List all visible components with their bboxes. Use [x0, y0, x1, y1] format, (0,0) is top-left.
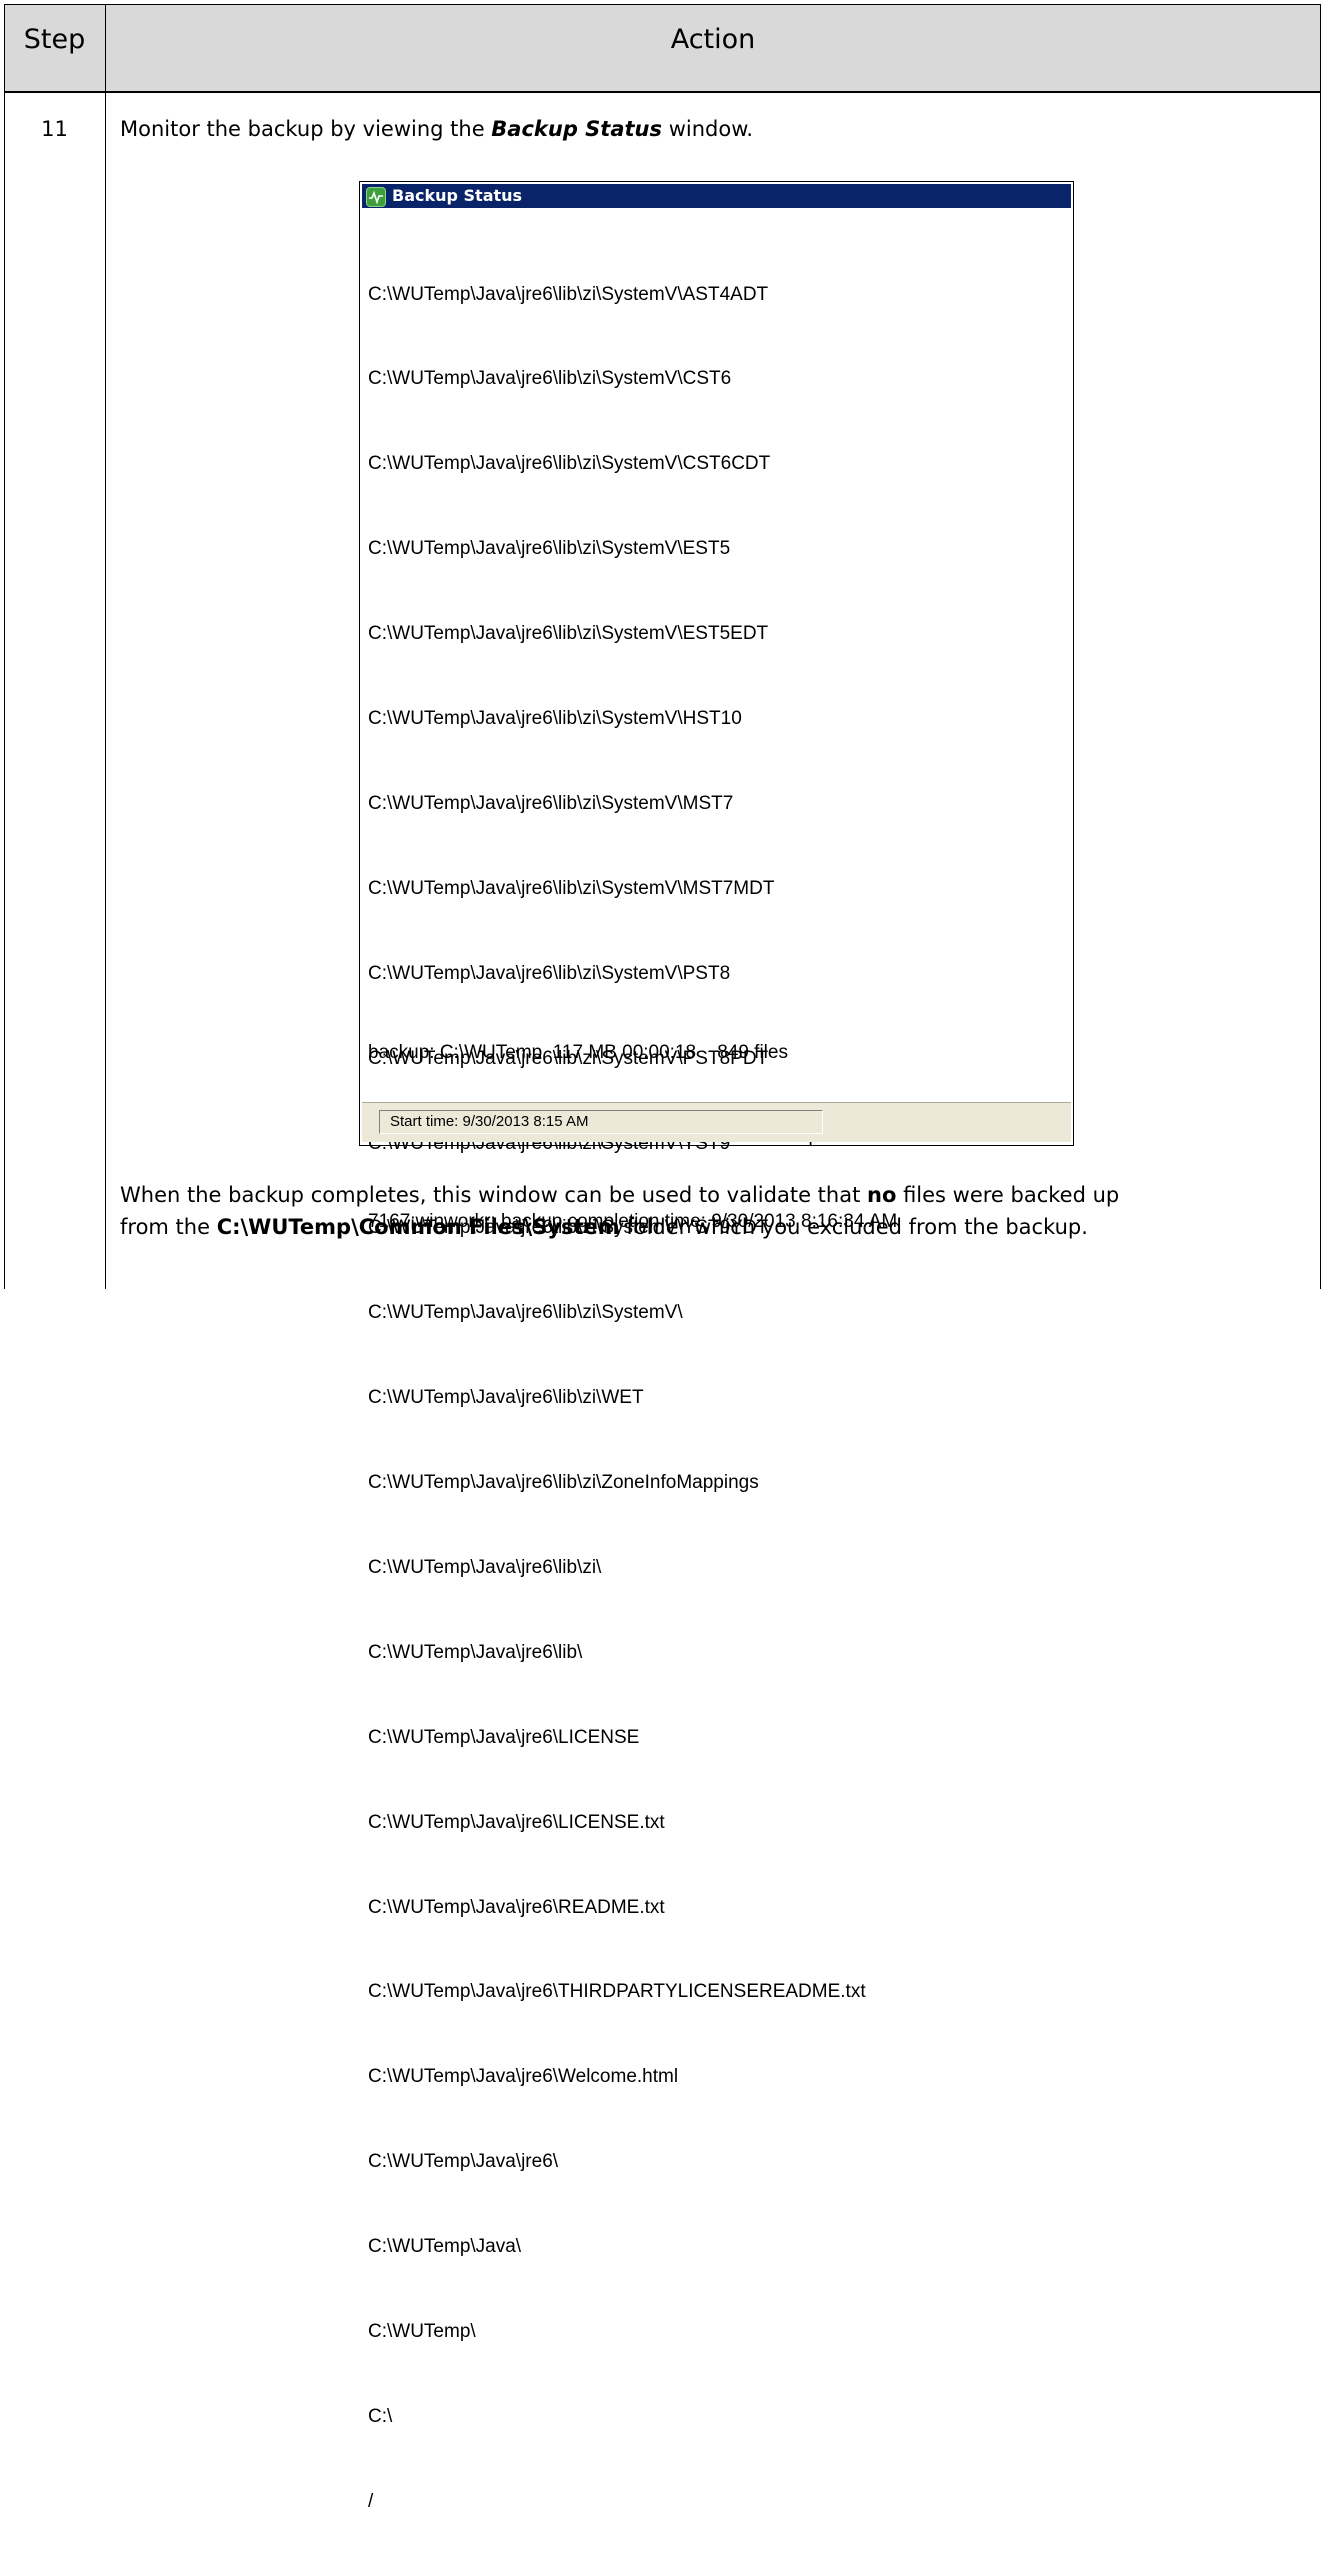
outro-text: When the backup completes, this window c…	[120, 1179, 1119, 1243]
log-line: C:\WUTemp\Java\jre6\lib\zi\SystemV\	[368, 1302, 683, 1324]
log-line: C:\WUTemp\Java\jre6\lib\zi\WET	[368, 1387, 644, 1409]
log-line: C:\WUTemp\Java\jre6\LICENSE.txt	[368, 1811, 665, 1833]
log-line: C:\WUTemp\Java\jre6\lib\zi\SystemV\MST7	[368, 792, 734, 814]
log-line: C:\WUTemp\Java\jre6\lib\	[368, 1641, 583, 1663]
header-step: Step	[23, 24, 86, 55]
outro-line-2: from the C:\WUTemp\Common Files\System f…	[120, 1211, 1119, 1243]
intro-after: window.	[662, 117, 754, 141]
log-line: C:\WUTemp\Java\jre6\THIRDPARTYLICENSEREA…	[368, 1981, 866, 2003]
log-line: C:\WUTemp\Java\jre6\lib\zi\ZoneInfoMappi…	[368, 1472, 759, 1494]
outro-text-1: When the backup completes, this window c…	[120, 1183, 867, 1207]
log-line: C:\WUTemp\Java\jre6\README.txt	[368, 1896, 665, 1918]
intro-text: Monitor the backup by viewing the Backup…	[120, 117, 753, 141]
status-start-time: Start time: 9/30/2013 8:15 AM	[379, 1110, 823, 1134]
table-border-left	[4, 4, 5, 1289]
intro-before: Monitor the backup by viewing the	[120, 117, 492, 141]
outro-text-2: files were backed up	[896, 1183, 1120, 1207]
log-line: C:\WUTemp\Java\jre6\	[368, 2151, 559, 2173]
outro-bold-no: no	[867, 1183, 897, 1207]
log-line: C:\WUTemp\Java\jre6\lib\zi\SystemV\EST5E…	[368, 623, 769, 645]
log-line: C:\WUTemp\Java\	[368, 2236, 522, 2258]
intro-emphasis: Backup Status	[491, 117, 663, 141]
window-title: Backup Status	[392, 186, 523, 205]
window-titlebar[interactable]: Backup Status	[362, 184, 1071, 208]
outro-text-4: folder which you excluded from the backu…	[619, 1215, 1088, 1239]
header-action: Action	[670, 24, 756, 55]
procedure-table: Step Action 11 Monitor the backup by vie…	[4, 4, 1321, 2512]
log-line: C:\WUTemp\Java\jre6\lib\zi\SystemV\EST5	[368, 538, 731, 560]
status-bar: Start time: 9/30/2013 8:15 AM	[362, 1102, 1071, 1142]
column-divider	[105, 4, 106, 1289]
log-line: C:\WUTemp\Java\jre6\Welcome.html	[368, 2066, 679, 2088]
log-line: C:\WUTemp\	[368, 2320, 476, 2342]
outro-line-1: When the backup completes, this window c…	[120, 1179, 1119, 1211]
log-line: C:\WUTemp\Java\jre6\lib\zi\SystemV\CST6C…	[368, 453, 771, 475]
header-divider	[4, 92, 1321, 93]
log-line: C:\WUTemp\Java\jre6\LICENSE	[368, 1726, 640, 1748]
backup-status-icon	[366, 187, 386, 207]
log-line: /	[368, 2490, 374, 2512]
log-line: C:\WUTemp\Java\jre6\lib\zi\SystemV\MST7M…	[368, 877, 775, 899]
table-border-right	[1320, 4, 1321, 1289]
table-border-top	[4, 4, 1321, 5]
log-output: C:\WUTemp\Java\jre6\lib\zi\SystemV\AST4A…	[368, 224, 866, 2573]
step-number: 11	[41, 117, 68, 141]
log-line: C:\WUTemp\Java\jre6\lib\zi\SystemV\HST10	[368, 708, 742, 730]
outro-text-3: from the	[120, 1215, 217, 1239]
outro-bold-path: C:\WUTemp\Common Files\System	[216, 1215, 620, 1239]
log-line: C:\WUTemp\Java\jre6\lib\zi\SystemV\CST6	[368, 368, 732, 390]
backup-status-window: Backup Status C:\WUTemp\Java\jre6\lib\zi…	[359, 181, 1074, 2512]
summary-line: backup: C:\WUTemp 117 MB 00:00:18 849 fi…	[368, 1041, 788, 1063]
log-line: C:\WUTemp\Java\jre6\lib\zi\SystemV\AST4A…	[368, 283, 769, 305]
log-line: C:\	[368, 2405, 393, 2427]
log-line: C:\WUTemp\Java\jre6\lib\zi\	[368, 1556, 602, 1578]
